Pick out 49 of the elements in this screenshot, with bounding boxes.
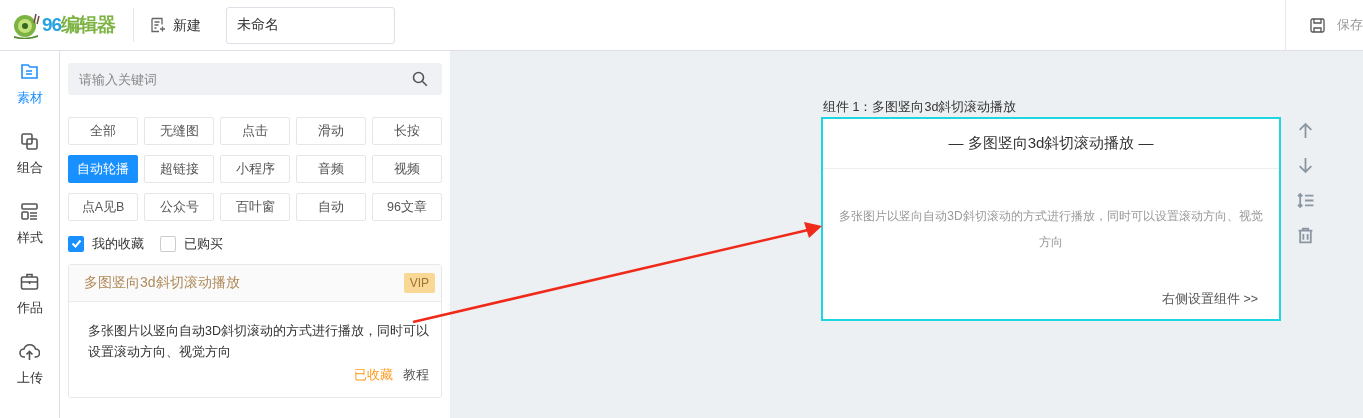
nav-tab[interactable]: 上传 bbox=[0, 341, 59, 411]
category-tag[interactable]: 小程序 bbox=[220, 155, 290, 183]
category-tag[interactable]: 长按 bbox=[372, 117, 442, 145]
material-card[interactable]: 多图竖向3d斜切滚动播放 VIP 多张图片以竖向自动3D斜切滚动的方式进行播放，同时可以设置滚动方向、视觉方向 已收藏 教程 bbox=[68, 263, 442, 398]
checkbox-label: 已购买 bbox=[184, 235, 223, 253]
layout-icon bbox=[19, 201, 40, 222]
checkbox[interactable] bbox=[68, 235, 84, 252]
search-icon[interactable] bbox=[412, 71, 428, 87]
category-tag[interactable]: 无缝图 bbox=[144, 117, 214, 145]
settings-link[interactable]: 右侧设置组件 >> bbox=[1161, 290, 1258, 309]
nav-tab[interactable]: 组合 bbox=[0, 131, 59, 201]
category-tag[interactable]: 自动 bbox=[296, 193, 366, 221]
checkbox-label: 我的收藏 bbox=[92, 235, 144, 253]
material-description: 多张图片以竖向自动3D斜切滚动的方式进行播放，同时可以设置滚动方向、视觉方向 bbox=[88, 322, 430, 361]
nav-tab[interactable]: 作品 bbox=[0, 271, 59, 341]
logo-icon bbox=[12, 11, 40, 39]
arrow-down-icon[interactable] bbox=[1296, 157, 1314, 174]
search-field[interactable]: 请输入关键词 bbox=[68, 63, 442, 95]
line-spacing-icon[interactable] bbox=[1296, 192, 1314, 209]
trash-icon[interactable] bbox=[1296, 227, 1314, 244]
component-description: 多张图片以竖向自动3D斜切滚动的方式进行播放，同时可以设置滚动方向、视觉方向 bbox=[838, 208, 1264, 251]
vip-badge: VIP bbox=[403, 272, 435, 293]
category-tag[interactable]: 超链接 bbox=[144, 155, 214, 183]
nav-tab[interactable]: 样式 bbox=[0, 201, 59, 271]
title-field[interactable]: 未命名 bbox=[226, 6, 396, 44]
new-document-icon bbox=[150, 17, 167, 33]
logo-text: 96编辑器 bbox=[42, 12, 116, 37]
category-tag[interactable]: 全部 bbox=[68, 117, 138, 145]
component-label: 组件 1：多图竖向3d斜切滚动播放 bbox=[823, 99, 1018, 116]
overlap-squares-icon bbox=[19, 131, 40, 152]
folder-icon bbox=[19, 61, 40, 82]
category-tag[interactable]: 百叶窗 bbox=[220, 193, 290, 221]
component-heading: — 多图竖向3d斜切滚动播放 — bbox=[823, 119, 1279, 169]
category-tag[interactable]: 滑动 bbox=[296, 117, 366, 145]
category-tag[interactable]: 点A见B bbox=[68, 193, 138, 221]
category-tag[interactable]: 点击 bbox=[220, 117, 290, 145]
tutorial-link[interactable]: 教程 bbox=[403, 364, 429, 384]
category-tag[interactable]: 音频 bbox=[296, 155, 366, 183]
category-tag[interactable]: 96文章 bbox=[372, 193, 442, 221]
category-tag[interactable]: 视频 bbox=[372, 155, 442, 183]
arrow-up-icon[interactable] bbox=[1296, 122, 1314, 139]
category-tag[interactable]: 公众号 bbox=[144, 193, 214, 221]
upload-icon bbox=[19, 341, 40, 362]
component-card[interactable]: — 多图竖向3d斜切滚动播放 — 多张图片以竖向自动3D斜切滚动的方式进行播放，同时可以设置滚动方向、视觉方向 右侧设置组件 >> bbox=[821, 117, 1281, 321]
material-title: 多图竖向3d斜切滚动播放 bbox=[84, 273, 240, 292]
briefcase-icon bbox=[19, 271, 40, 292]
save-icon bbox=[1310, 17, 1325, 33]
checkbox[interactable] bbox=[160, 235, 176, 252]
new-button[interactable]: 新建 bbox=[150, 14, 202, 36]
